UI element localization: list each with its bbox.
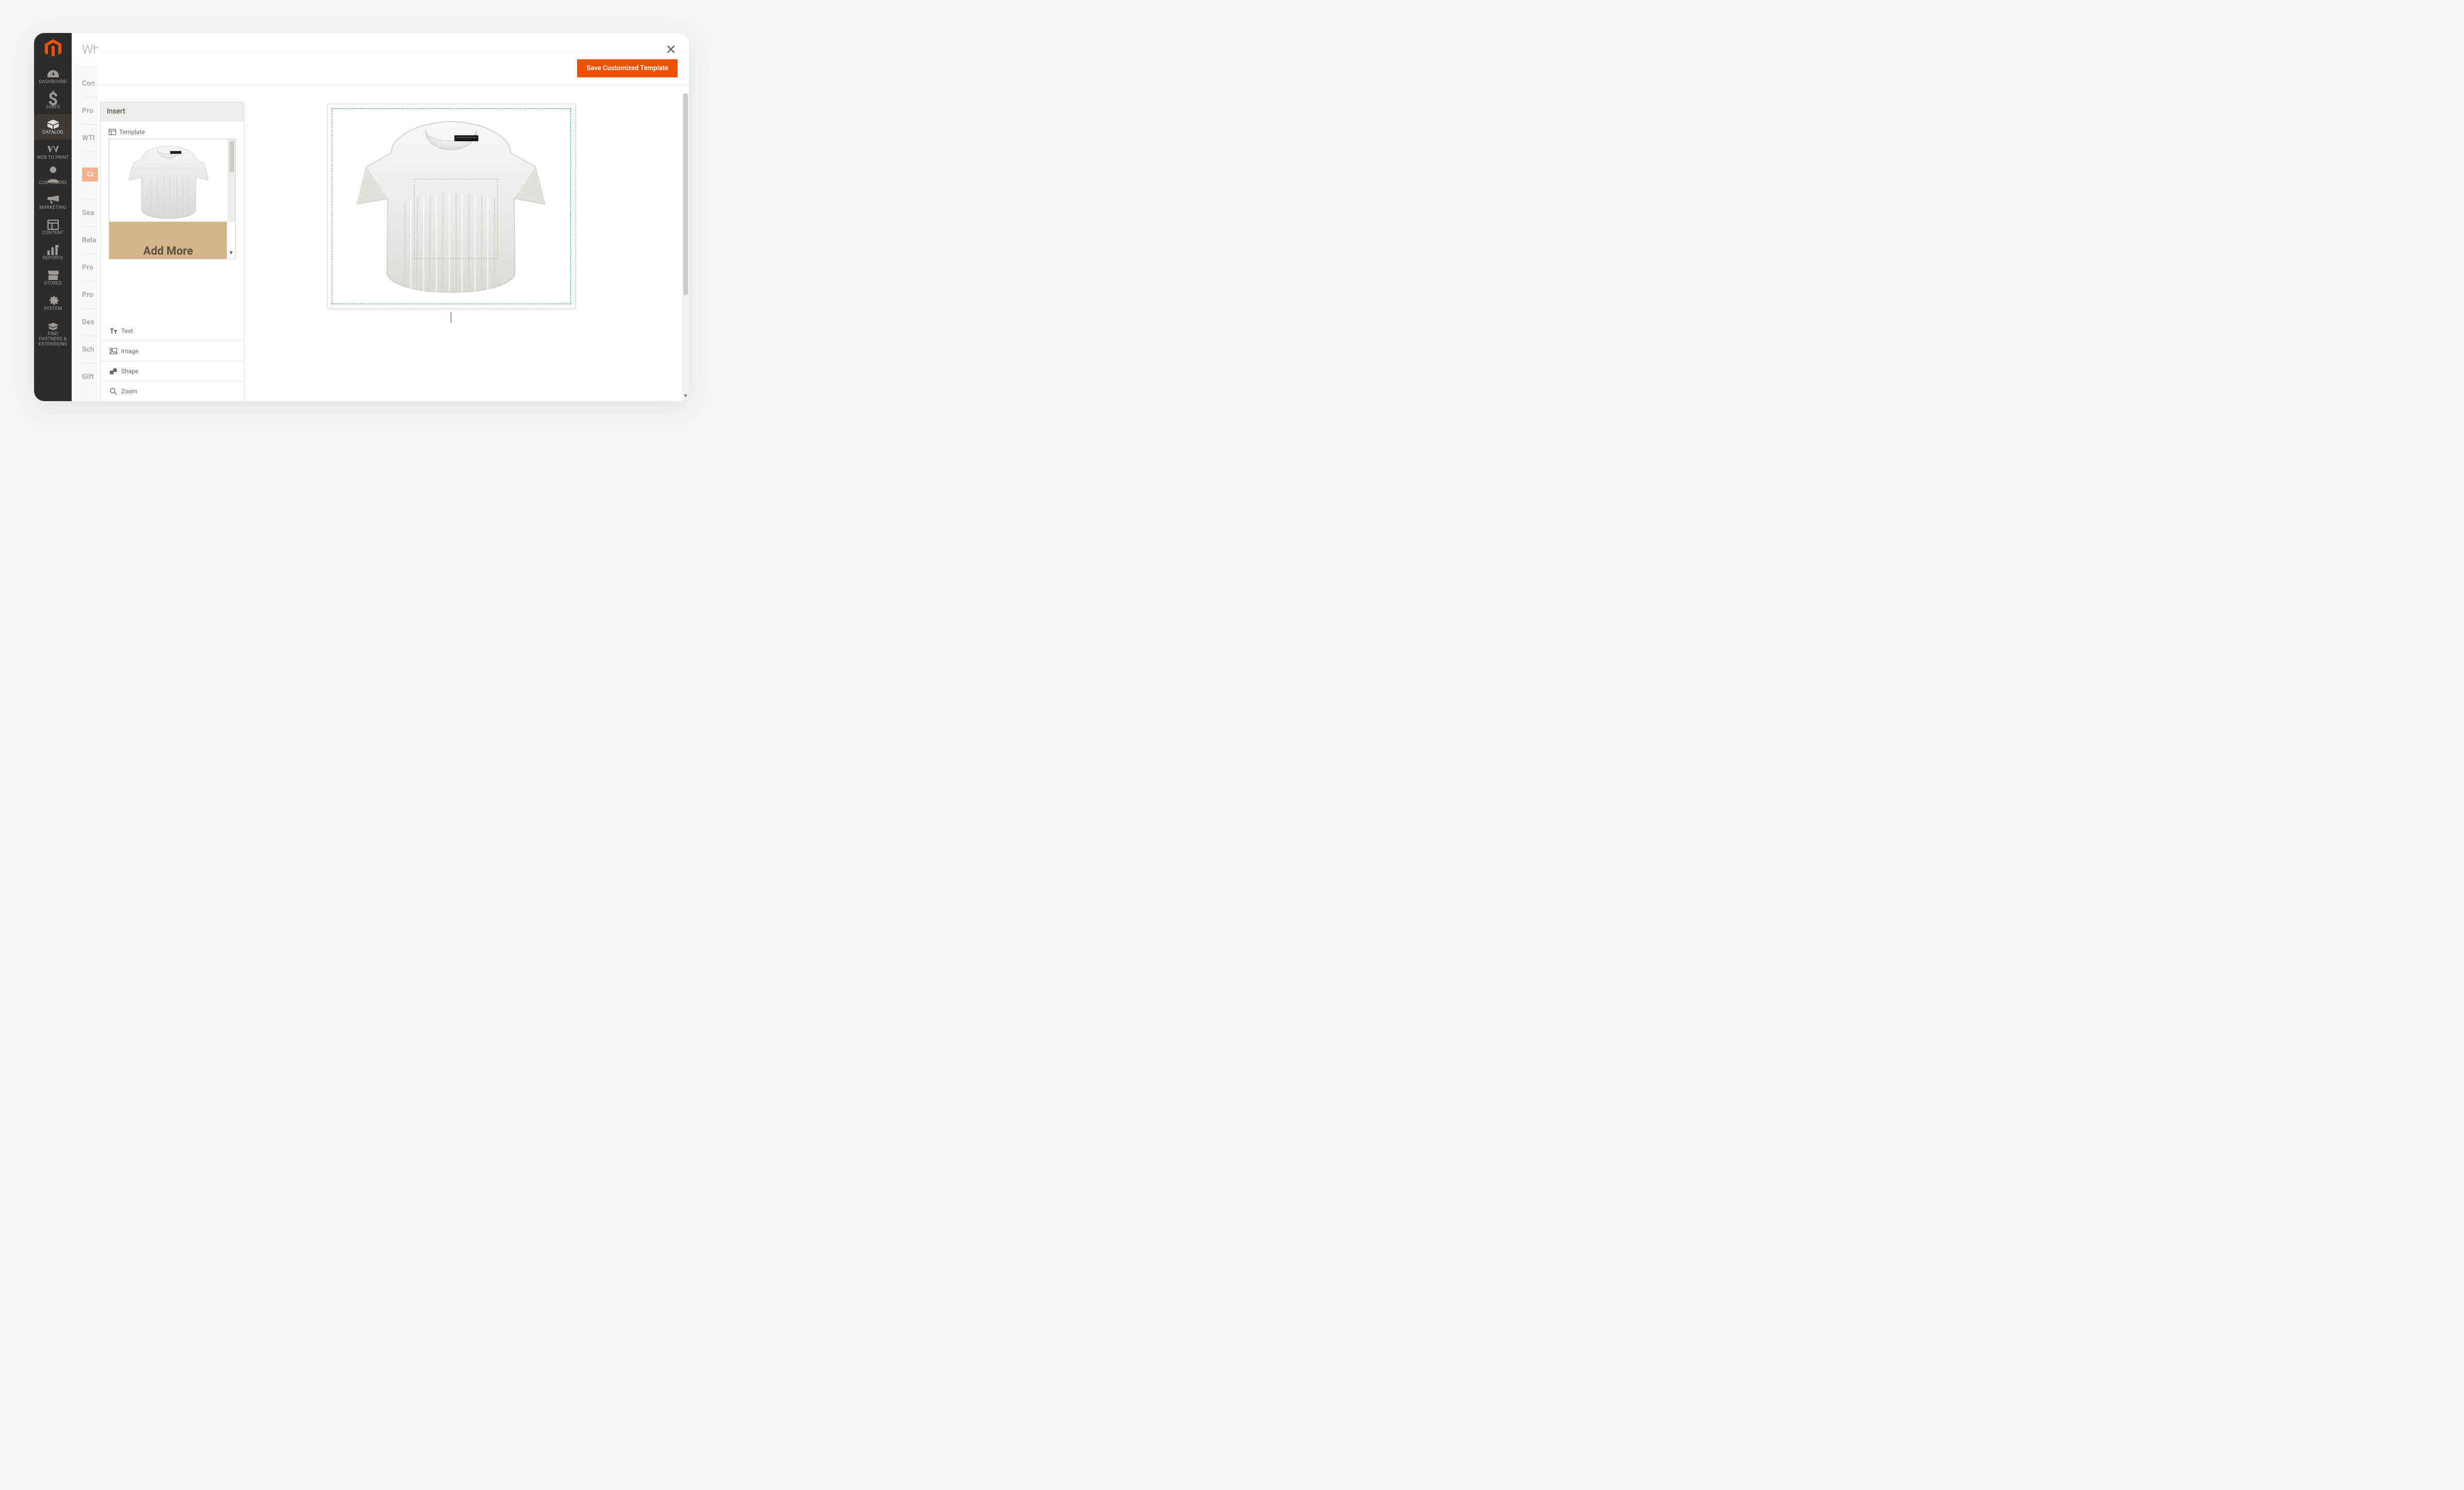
sidebar-item-webtoprint[interactable]: WEB TO PRINT xyxy=(34,140,72,165)
modal-toolbar: Save Customized Template xyxy=(98,52,689,85)
sidebar-item-dashboard[interactable]: DASHBOARD xyxy=(34,64,72,89)
sidebar-item-system[interactable]: SYSTEM xyxy=(34,291,72,316)
gauge-icon xyxy=(47,69,59,78)
artboard-selection[interactable] xyxy=(332,108,571,304)
sidebar-item-stores[interactable]: STORES xyxy=(34,266,72,291)
sidebar-item-catalog[interactable]: CATALOG xyxy=(34,114,72,140)
canvas-area xyxy=(98,85,689,401)
person-icon xyxy=(47,170,59,179)
webtoprint-icon xyxy=(47,145,59,154)
sidebar-item-label: FIND PARTNERS & EXTENSIONS xyxy=(36,332,70,347)
bar-chart-icon xyxy=(47,245,59,255)
storefront-icon xyxy=(47,271,59,280)
admin-sidebar: DASHBOARD $ SALES CATALOG WEB TO PRINT C… xyxy=(34,33,72,401)
sidebar-item-label: SALES xyxy=(46,105,60,110)
sidebar-item-label: WEB TO PRINT xyxy=(37,156,69,161)
modal-body-scrollbar[interactable]: ▾ xyxy=(682,93,689,399)
gear-icon xyxy=(47,296,59,305)
box-icon xyxy=(47,120,59,129)
sidebar-item-label: CUSTOMERS xyxy=(39,181,67,186)
sidebar-item-label: CATALOG xyxy=(42,130,63,136)
sidebar-item-customers[interactable]: CUSTOMERS xyxy=(34,165,72,190)
artboard[interactable] xyxy=(327,104,576,309)
sidebar-item-label: REPORTS xyxy=(43,256,63,261)
template-editor-modal: ✕ Save Customized Template Insert Templa… xyxy=(98,33,689,401)
sidebar-item-content[interactable]: CONTENT xyxy=(34,215,72,240)
partners-icon xyxy=(47,321,59,330)
sidebar-item-label: DASHBOARD xyxy=(39,80,67,85)
megaphone-icon xyxy=(47,195,59,204)
dollar-icon: $ xyxy=(47,94,59,104)
sidebar-item-sales[interactable]: $ SALES xyxy=(34,89,72,114)
print-area[interactable] xyxy=(414,179,498,259)
chevron-down-icon[interactable]: ▾ xyxy=(682,392,689,399)
save-template-button[interactable]: Save Customized Template xyxy=(577,59,678,77)
sidebar-item-label: SYSTEM xyxy=(44,307,62,312)
sidebar-item-partners[interactable]: FIND PARTNERS & EXTENSIONS xyxy=(34,316,72,352)
magento-logo-icon xyxy=(45,39,61,57)
admin-window: DASHBOARD $ SALES CATALOG WEB TO PRINT C… xyxy=(34,33,689,401)
sidebar-item-reports[interactable]: REPORTS xyxy=(34,240,72,266)
sidebar-item-label: CONTENT xyxy=(42,231,64,236)
sidebar-item-marketing[interactable]: MARKETING xyxy=(34,190,72,215)
sidebar-item-label: STORES xyxy=(44,282,62,287)
close-icon[interactable]: ✕ xyxy=(663,42,679,58)
sidebar-item-label: MARKETING xyxy=(39,206,66,211)
layout-icon xyxy=(47,220,59,229)
